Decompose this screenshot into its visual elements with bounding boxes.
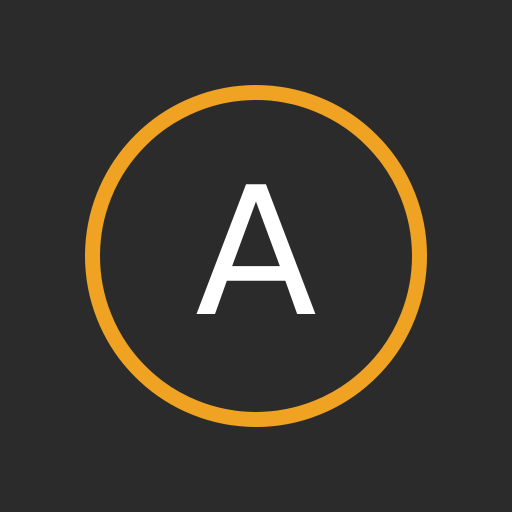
letter-a-circle-icon: A: [0, 0, 512, 512]
icon-letter: A: [195, 149, 317, 356]
